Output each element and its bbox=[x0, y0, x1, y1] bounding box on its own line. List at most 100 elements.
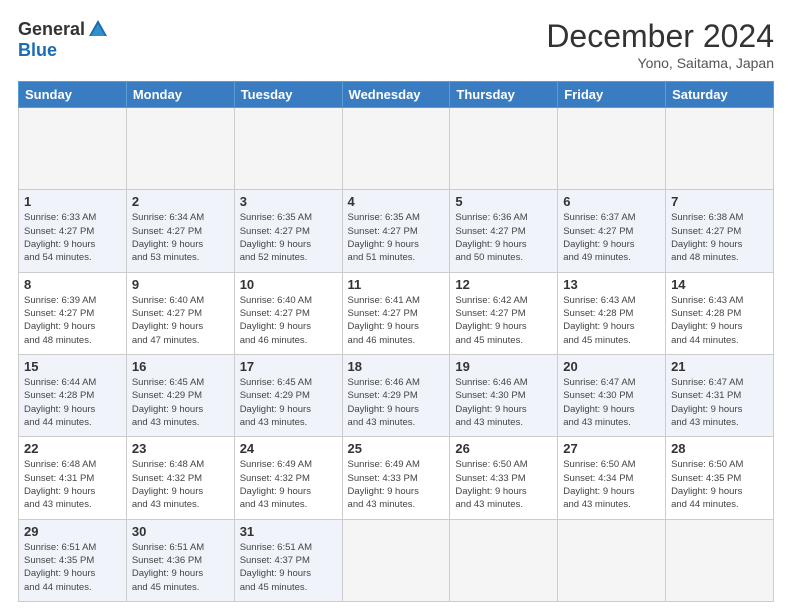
day-info: Sunrise: 6:47 AMSunset: 4:30 PMDaylight:… bbox=[563, 376, 660, 429]
table-row bbox=[342, 108, 450, 190]
day-number: 4 bbox=[348, 194, 445, 209]
day-number: 25 bbox=[348, 441, 445, 456]
calendar-table: Sunday Monday Tuesday Wednesday Thursday… bbox=[18, 81, 774, 602]
table-row bbox=[450, 519, 558, 601]
day-info: Sunrise: 6:51 AMSunset: 4:36 PMDaylight:… bbox=[132, 541, 229, 594]
day-number: 14 bbox=[671, 277, 768, 292]
table-row: 3Sunrise: 6:35 AMSunset: 4:27 PMDaylight… bbox=[234, 190, 342, 272]
table-row: 22 Sunrise: 6:48 AMSunset: 4:31 PMDayligh… bbox=[19, 437, 127, 519]
day-info: Sunrise: 6:34 AMSunset: 4:27 PMDaylight:… bbox=[132, 211, 229, 264]
col-monday: Monday bbox=[126, 82, 234, 108]
table-row: 20 Sunrise: 6:47 AMSunset: 4:30 PMDayligh… bbox=[558, 354, 666, 436]
day-number: 8 bbox=[24, 277, 121, 292]
col-wednesday: Wednesday bbox=[342, 82, 450, 108]
col-sunday: Sunday bbox=[19, 82, 127, 108]
month-title: December 2024 bbox=[546, 18, 774, 55]
day-info: Sunrise: 6:43 AMSunset: 4:28 PMDaylight:… bbox=[671, 294, 768, 347]
calendar-week-row: 22 Sunrise: 6:48 AMSunset: 4:31 PMDayligh… bbox=[19, 437, 774, 519]
day-info: Sunrise: 6:46 AMSunset: 4:29 PMDaylight:… bbox=[348, 376, 445, 429]
day-info: Sunrise: 6:36 AMSunset: 4:27 PMDaylight:… bbox=[455, 211, 552, 264]
day-info: Sunrise: 6:49 AMSunset: 4:32 PMDaylight:… bbox=[240, 458, 337, 511]
calendar-week-row: 1 Sunrise: 6:33 AMSunset: 4:27 PMDaylight… bbox=[19, 190, 774, 272]
table-row: 15 Sunrise: 6:44 AMSunset: 4:28 PMDayligh… bbox=[19, 354, 127, 436]
day-info: Sunrise: 6:37 AMSunset: 4:27 PMDaylight:… bbox=[563, 211, 660, 264]
day-info: Sunrise: 6:40 AMSunset: 4:27 PMDaylight:… bbox=[132, 294, 229, 347]
table-row: 11Sunrise: 6:41 AMSunset: 4:27 PMDayligh… bbox=[342, 272, 450, 354]
table-row: 8Sunrise: 6:39 AMSunset: 4:27 PMDaylight… bbox=[19, 272, 127, 354]
day-number: 3 bbox=[240, 194, 337, 209]
day-info: Sunrise: 6:50 AMSunset: 4:34 PMDaylight:… bbox=[563, 458, 660, 511]
day-info: Sunrise: 6:47 AMSunset: 4:31 PMDaylight:… bbox=[671, 376, 768, 429]
day-number: 19 bbox=[455, 359, 552, 374]
day-number: 22 bbox=[24, 441, 121, 456]
day-number: 21 bbox=[671, 359, 768, 374]
day-number: 5 bbox=[455, 194, 552, 209]
day-number: 9 bbox=[132, 277, 229, 292]
logo-general-text: General bbox=[18, 19, 85, 40]
table-row: 27Sunrise: 6:50 AMSunset: 4:34 PMDayligh… bbox=[558, 437, 666, 519]
day-number: 15 bbox=[24, 359, 121, 374]
day-info: Sunrise: 6:35 AMSunset: 4:27 PMDaylight:… bbox=[348, 211, 445, 264]
table-row bbox=[558, 519, 666, 601]
table-row: 17Sunrise: 6:45 AMSunset: 4:29 PMDayligh… bbox=[234, 354, 342, 436]
table-row: 10Sunrise: 6:40 AMSunset: 4:27 PMDayligh… bbox=[234, 272, 342, 354]
day-number: 6 bbox=[563, 194, 660, 209]
day-info: Sunrise: 6:48 AMSunset: 4:32 PMDaylight:… bbox=[132, 458, 229, 511]
table-row bbox=[558, 108, 666, 190]
day-number: 16 bbox=[132, 359, 229, 374]
table-row: 4 Sunrise: 6:35 AMSunset: 4:27 PMDaylight… bbox=[342, 190, 450, 272]
calendar-week-row: 29Sunrise: 6:51 AMSunset: 4:35 PMDayligh… bbox=[19, 519, 774, 601]
day-number: 31 bbox=[240, 524, 337, 539]
table-row: 30 Sunrise: 6:51 AMSunset: 4:36 PMDayligh… bbox=[126, 519, 234, 601]
day-info: Sunrise: 6:51 AMSunset: 4:35 PMDaylight:… bbox=[24, 541, 121, 594]
day-info: Sunrise: 6:40 AMSunset: 4:27 PMDaylight:… bbox=[240, 294, 337, 347]
table-row: 12Sunrise: 6:42 AMSunset: 4:27 PMDayligh… bbox=[450, 272, 558, 354]
day-info: Sunrise: 6:50 AMSunset: 4:35 PMDaylight:… bbox=[671, 458, 768, 511]
logo: General Blue bbox=[18, 18, 109, 61]
table-row bbox=[666, 519, 774, 601]
col-tuesday: Tuesday bbox=[234, 82, 342, 108]
header-right: December 2024 Yono, Saitama, Japan bbox=[546, 18, 774, 71]
day-number: 18 bbox=[348, 359, 445, 374]
table-row: 26Sunrise: 6:50 AMSunset: 4:33 PMDayligh… bbox=[450, 437, 558, 519]
table-row: 5 Sunrise: 6:36 AMSunset: 4:27 PMDaylight… bbox=[450, 190, 558, 272]
table-row bbox=[234, 108, 342, 190]
col-thursday: Thursday bbox=[450, 82, 558, 108]
table-row: 25 Sunrise: 6:49 AMSunset: 4:33 PMDayligh… bbox=[342, 437, 450, 519]
table-row: 24Sunrise: 6:49 AMSunset: 4:32 PMDayligh… bbox=[234, 437, 342, 519]
day-info: Sunrise: 6:49 AMSunset: 4:33 PMDaylight:… bbox=[348, 458, 445, 511]
day-info: Sunrise: 6:46 AMSunset: 4:30 PMDaylight:… bbox=[455, 376, 552, 429]
col-saturday: Saturday bbox=[666, 82, 774, 108]
day-number: 11 bbox=[348, 277, 445, 292]
day-number: 7 bbox=[671, 194, 768, 209]
logo-blue-text: Blue bbox=[18, 40, 57, 61]
day-number: 2 bbox=[132, 194, 229, 209]
day-number: 1 bbox=[24, 194, 121, 209]
day-info: Sunrise: 6:33 AMSunset: 4:27 PMDaylight:… bbox=[24, 211, 121, 264]
table-row: 14 Sunrise: 6:43 AMSunset: 4:28 PMDayligh… bbox=[666, 272, 774, 354]
day-number: 28 bbox=[671, 441, 768, 456]
col-friday: Friday bbox=[558, 82, 666, 108]
day-info: Sunrise: 6:51 AMSunset: 4:37 PMDaylight:… bbox=[240, 541, 337, 594]
day-number: 23 bbox=[132, 441, 229, 456]
table-row: 13Sunrise: 6:43 AMSunset: 4:28 PMDayligh… bbox=[558, 272, 666, 354]
day-info: Sunrise: 6:50 AMSunset: 4:33 PMDaylight:… bbox=[455, 458, 552, 511]
day-number: 20 bbox=[563, 359, 660, 374]
table-row: 19 Sunrise: 6:46 AMSunset: 4:30 PMDayligh… bbox=[450, 354, 558, 436]
day-number: 30 bbox=[132, 524, 229, 539]
table-row bbox=[450, 108, 558, 190]
table-row: 18 Sunrise: 6:46 AMSunset: 4:29 PMDayligh… bbox=[342, 354, 450, 436]
page: General Blue December 2024 Yono, Saitama… bbox=[0, 0, 792, 612]
day-number: 12 bbox=[455, 277, 552, 292]
table-row: 16Sunrise: 6:45 AMSunset: 4:29 PMDayligh… bbox=[126, 354, 234, 436]
day-info: Sunrise: 6:48 AMSunset: 4:31 PMDaylight:… bbox=[24, 458, 121, 511]
calendar-week-row: 8Sunrise: 6:39 AMSunset: 4:27 PMDaylight… bbox=[19, 272, 774, 354]
table-row: 23 Sunrise: 6:48 AMSunset: 4:32 PMDayligh… bbox=[126, 437, 234, 519]
day-info: Sunrise: 6:44 AMSunset: 4:28 PMDaylight:… bbox=[24, 376, 121, 429]
table-row: 9 Sunrise: 6:40 AMSunset: 4:27 PMDaylight… bbox=[126, 272, 234, 354]
logo-icon bbox=[87, 18, 109, 40]
table-row: 29Sunrise: 6:51 AMSunset: 4:35 PMDayligh… bbox=[19, 519, 127, 601]
calendar-header-row: Sunday Monday Tuesday Wednesday Thursday… bbox=[19, 82, 774, 108]
table-row bbox=[19, 108, 127, 190]
table-row: 2 Sunrise: 6:34 AMSunset: 4:27 PMDaylight… bbox=[126, 190, 234, 272]
